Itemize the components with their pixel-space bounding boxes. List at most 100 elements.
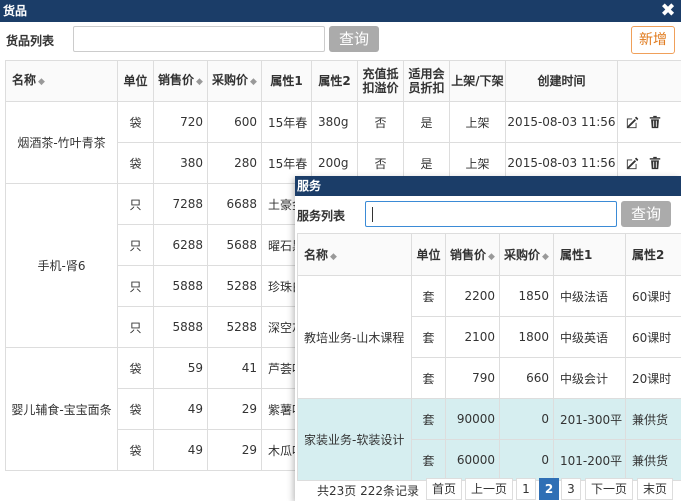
service-attr2-cell: 兼供货 [625, 439, 681, 481]
service-col-header[interactable]: 采购价 ◆ [499, 233, 554, 276]
goods-sale-cell: 6288 [153, 224, 208, 266]
service-unit-cell: 套 [411, 398, 446, 440]
goods-name-cell: 婴儿辅食-宝宝面条 [5, 347, 118, 471]
goods-name-cell: 手机-肾6 [5, 183, 118, 348]
last-page-button[interactable]: 末页 [637, 478, 673, 500]
goods-actions-cell [617, 101, 681, 143]
close-icon[interactable]: ✖ [659, 0, 677, 22]
goods-unit-cell: 袋 [117, 429, 154, 471]
service-unit-cell: 套 [411, 357, 446, 399]
goods-buy-cell: 5288 [207, 306, 262, 348]
service-unit-cell: 套 [411, 275, 446, 317]
goods-name-cell: 烟酒茶-竹叶青茶 [5, 101, 118, 184]
goods-col-header: 上架/下架 [449, 60, 506, 102]
goods-unit-cell: 只 [117, 224, 154, 266]
sort-icon[interactable]: ◆ [250, 77, 257, 87]
goods-unit-cell: 袋 [117, 347, 154, 389]
goods-sale-cell: 49 [153, 429, 208, 471]
goods-sale-cell: 59 [153, 347, 208, 389]
service-attr1-cell: 101-200平 [553, 439, 626, 481]
service-sale-cell: 790 [445, 357, 500, 399]
goods-col-header[interactable]: 名称 ◆ [5, 60, 118, 102]
sort-icon[interactable]: ◆ [196, 77, 203, 87]
edit-icon[interactable] [626, 156, 640, 170]
service-table-row[interactable]: 家装业务-软装设计套 90000 0 201-300平 兼供货 [297, 398, 681, 481]
pager-info: 共23页 222条记录 [317, 484, 419, 498]
page-number-button[interactable]: 3 [561, 478, 581, 500]
goods-col-header: 适用会员折扣 [403, 60, 450, 102]
goods-sale-cell: 5888 [153, 306, 208, 348]
goods-unit-cell: 只 [117, 265, 154, 307]
prev-page-button[interactable]: 上一页 [465, 478, 513, 500]
goods-sale-cell: 380 [153, 142, 208, 184]
service-sale-cell: 2100 [445, 316, 500, 358]
sort-icon[interactable]: ◆ [488, 252, 495, 262]
goods-search-row: 货品列表 查询 新增 [0, 22, 681, 58]
goods-window-title: 货品 [3, 4, 28, 18]
service-attr1-cell: 201-300平 [553, 398, 626, 440]
goods-buy-cell: 6688 [207, 183, 262, 225]
goods-buy-cell: 41 [207, 347, 262, 389]
service-unit-cell: 套 [411, 439, 446, 481]
sort-icon[interactable]: ◆ [542, 252, 549, 262]
goods-search-label: 货品列表 [6, 34, 55, 48]
sort-icon[interactable]: ◆ [38, 77, 45, 87]
goods-unit-cell: 袋 [117, 101, 154, 143]
service-col-header: 单位 [411, 233, 446, 276]
sort-icon[interactable]: ◆ [330, 252, 337, 262]
goods-buy-cell: 280 [207, 142, 262, 184]
next-page-button[interactable]: 下一页 [585, 478, 633, 500]
service-window: 服务 服务列表 查询 名称 ◆ 单位 销售价 ◆ 采购价 ◆ 属性1 属性2 教培业务-山木课程… [295, 176, 681, 501]
service-attr2-cell: 60课时 [625, 316, 681, 358]
goods-unit-cell: 袋 [117, 142, 154, 184]
goods-attr2-cell: 380g [311, 101, 358, 143]
goods-col-header [617, 60, 681, 102]
goods-table-header: 名称 ◆ 单位 销售价 ◆ 采购价 ◆ 属性1 属性2 充值抵扣溢价 适用会员折扣 上架/下架 创建时间 [5, 60, 681, 102]
service-col-header: 属性1 [553, 233, 626, 276]
service-query-button[interactable]: 查询 [621, 201, 671, 227]
page-number-button[interactable]: 1 [516, 478, 536, 500]
goods-col-header: 属性1 [261, 60, 312, 102]
service-attr2-cell: 兼供货 [625, 398, 681, 440]
goods-unit-cell: 袋 [117, 388, 154, 430]
goods-buy-cell: 5688 [207, 224, 262, 266]
service-attr2-cell: 20课时 [625, 357, 681, 399]
service-unit-cell: 套 [411, 316, 446, 358]
goods-status-cell: 上架 [449, 101, 506, 143]
pagination: 共23页 222条记录 首页 上一页 123 下一页 末页 [295, 478, 681, 500]
service-name-cell: 教培业务-山木课程 [297, 275, 412, 399]
goods-recharge-cell: 否 [357, 101, 404, 143]
service-sale-cell: 60000 [445, 439, 500, 481]
goods-sale-cell: 5888 [153, 265, 208, 307]
goods-titlebar: 货品 ✖ [0, 0, 681, 22]
add-goods-button[interactable]: 新增 [631, 26, 675, 54]
service-attr1-cell: 中级英语 [553, 316, 626, 358]
goods-query-button[interactable]: 查询 [329, 26, 379, 52]
service-search-input[interactable] [365, 201, 617, 227]
page-number-button[interactable]: 2 [539, 478, 559, 500]
edit-icon[interactable] [626, 115, 640, 129]
first-page-button[interactable]: 首页 [426, 478, 462, 500]
service-table-row[interactable]: 教培业务-山木课程套 2200 1850 中级法语 60课时 [297, 275, 681, 399]
goods-col-header: 属性2 [311, 60, 358, 102]
trash-icon[interactable] [648, 115, 662, 129]
goods-created-cell: 2015-08-03 11:56 [505, 101, 618, 143]
service-col-header[interactable]: 名称 ◆ [297, 233, 412, 276]
service-table: 名称 ◆ 单位 销售价 ◆ 采购价 ◆ 属性1 属性2 教培业务-山木课程套 2200 1850 中级… [297, 233, 681, 481]
service-sale-cell: 2200 [445, 275, 500, 317]
service-buy-cell: 1800 [499, 316, 554, 358]
service-sale-cell: 90000 [445, 398, 500, 440]
trash-icon[interactable] [648, 156, 662, 170]
goods-unit-cell: 只 [117, 183, 154, 225]
goods-col-header[interactable]: 销售价 ◆ [153, 60, 208, 102]
goods-sale-cell: 49 [153, 388, 208, 430]
goods-col-header: 创建时间 [505, 60, 618, 102]
service-attr1-cell: 中级法语 [553, 275, 626, 317]
text-caret [372, 207, 373, 222]
goods-search-input[interactable] [73, 26, 325, 52]
goods-col-header: 单位 [117, 60, 154, 102]
service-col-header[interactable]: 销售价 ◆ [445, 233, 500, 276]
goods-unit-cell: 只 [117, 306, 154, 348]
goods-buy-cell: 29 [207, 429, 262, 471]
goods-col-header[interactable]: 采购价 ◆ [207, 60, 262, 102]
